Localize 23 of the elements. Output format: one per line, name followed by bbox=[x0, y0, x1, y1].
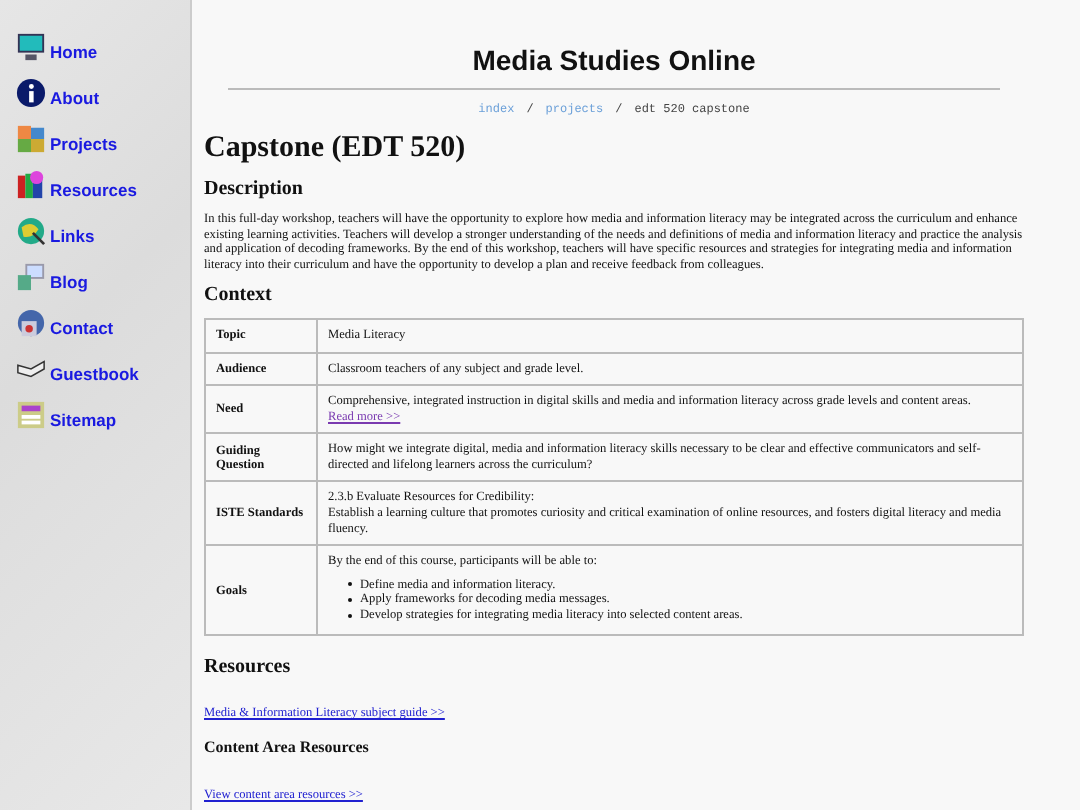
nav-icon bbox=[16, 262, 46, 292]
nav-link[interactable]: Sitemap bbox=[0, 396, 190, 430]
nav-icon bbox=[16, 308, 46, 338]
nav-link[interactable]: About bbox=[0, 74, 190, 108]
page-title: Capstone (EDT 520) bbox=[204, 132, 468, 166]
nav-link[interactable]: Contact bbox=[0, 304, 190, 338]
nav-icon bbox=[16, 400, 46, 430]
nav-icon bbox=[16, 32, 46, 62]
site-title: Media Studies Online bbox=[470, 44, 758, 76]
nav-icon bbox=[16, 170, 46, 200]
nav-icon bbox=[16, 78, 46, 108]
section-heading: Context bbox=[204, 284, 274, 307]
section-heading: Resources bbox=[204, 656, 293, 679]
nav-link[interactable]: Home bbox=[0, 28, 190, 62]
nav-link[interactable]: Guestbook bbox=[0, 350, 190, 384]
section-heading: Description bbox=[204, 178, 305, 200]
subsection-heading: Content Area Resources bbox=[204, 738, 371, 757]
nav-link[interactable]: Projects bbox=[0, 120, 190, 154]
nav-icon bbox=[16, 124, 46, 154]
nav-link[interactable]: Blog bbox=[0, 258, 190, 292]
nav-link[interactable]: Links bbox=[0, 212, 190, 246]
nav-icon bbox=[16, 216, 46, 246]
nav-link[interactable]: Resources bbox=[0, 166, 190, 200]
